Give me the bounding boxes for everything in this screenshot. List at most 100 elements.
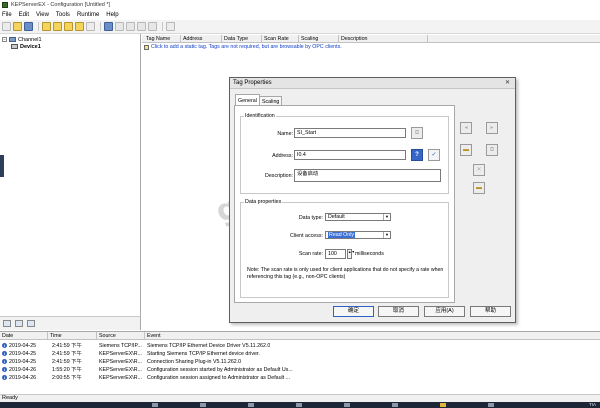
taskbar-app-icon[interactable] (296, 403, 302, 407)
log-column-time[interactable]: Time (48, 332, 97, 340)
delete-tag-icon[interactable]: ✕ (473, 164, 485, 176)
client-access-value: Read Only (328, 232, 356, 238)
info-icon: i (2, 343, 7, 348)
cut-icon[interactable] (115, 22, 124, 31)
info-icon: i (2, 375, 7, 380)
new-tag-icon[interactable] (75, 22, 84, 31)
taskbar: TIA (0, 402, 600, 408)
new-device-icon[interactable] (53, 22, 62, 31)
column-header-tag-name[interactable]: Tag Name (144, 35, 181, 43)
address-help-icon[interactable]: ? (411, 149, 423, 161)
taskbar-app-icon[interactable] (200, 403, 206, 407)
event-log-header: Date Time Source Event (0, 332, 600, 340)
client-access-select[interactable]: Read Only ▼ (325, 231, 391, 239)
close-icon[interactable]: ✕ (503, 79, 512, 87)
menu-tools[interactable]: Tools (56, 12, 70, 18)
chevron-down-icon[interactable]: ▼ (383, 214, 390, 220)
channel-icon (9, 37, 16, 42)
properties-icon[interactable] (166, 22, 175, 31)
status-bar: Ready (0, 394, 600, 402)
system-tray-label[interactable]: TIA (589, 402, 596, 408)
log-date: 2019-04-25 (9, 359, 37, 365)
taskbar-app-icon[interactable] (344, 403, 350, 407)
log-row[interactable]: i 2019-04-26 1:55:20 下午 KEPServerEX\R...… (0, 366, 600, 374)
tree-node-device[interactable]: Device1 (11, 43, 41, 50)
taskbar-app-icon[interactable] (488, 403, 494, 407)
tree-channel-label: Channel1 (18, 36, 42, 43)
log-date: 2019-04-25 (9, 351, 37, 357)
column-header-address[interactable]: Address (181, 35, 222, 43)
copy-icon[interactable] (126, 22, 135, 31)
project-view-icon[interactable] (3, 320, 11, 327)
tree-node-channel[interactable]: − Channel1 (2, 36, 42, 43)
new-tag-group-icon[interactable] (64, 22, 73, 31)
new-tag-folder-icon[interactable]: ▬ (460, 144, 472, 156)
open-project-icon[interactable] (13, 22, 22, 31)
scan-rate-note: Note: The scan rate is only used for cli… (247, 267, 444, 280)
log-time: 2:41:59 下午 (52, 351, 82, 357)
new-project-icon[interactable] (2, 22, 11, 31)
log-column-event[interactable]: Event (145, 332, 600, 340)
left-pane-tabs (0, 316, 141, 330)
menu-help[interactable]: Help (106, 12, 118, 18)
previous-tag-icon[interactable]: ◂ (460, 122, 472, 134)
description-field[interactable]: 设备启动 (294, 169, 441, 182)
scan-rate-spinner[interactable]: ▲▼ (347, 249, 355, 259)
project-tree: − Channel1 Device1 (0, 34, 141, 316)
taskbar-app-icon[interactable] (152, 403, 158, 407)
menu-runtime[interactable]: Runtime (77, 12, 99, 18)
menu-view[interactable]: View (36, 12, 49, 18)
bulk-tag-icon[interactable] (86, 22, 95, 31)
taskbar-app-icon[interactable] (440, 403, 446, 407)
alias-view-icon[interactable] (27, 320, 35, 327)
next-tag-icon[interactable]: ▸ (486, 122, 498, 134)
data-type-select[interactable]: Default ▼ (325, 213, 391, 221)
log-row[interactable]: i 2019-04-26 2:00:55 下午 KEPServerEX\R...… (0, 374, 600, 382)
column-header-description[interactable]: Description (339, 35, 428, 43)
column-header-scan-rate[interactable]: Scan Rate (262, 35, 299, 43)
taskbar-app-icon[interactable] (392, 403, 398, 407)
help-button[interactable]: 帮助 (470, 306, 511, 317)
import-tag-icon[interactable]: ▬ (473, 182, 485, 194)
column-header-scaling[interactable]: Scaling (299, 35, 339, 43)
collapse-icon[interactable]: − (2, 37, 7, 42)
validate-address-icon[interactable]: ✓ (428, 149, 440, 161)
cancel-button[interactable]: 取消 (378, 306, 419, 317)
tag-grid-header: Tag Name Address Data Type Scan Rate Sca… (142, 35, 600, 43)
name-label: Name: (277, 131, 293, 137)
log-row[interactable]: i 2019-04-25 2:41:59 下午 KEPServerEX\R...… (0, 358, 600, 366)
name-field[interactable]: SI_Start (294, 128, 406, 138)
menu-file[interactable]: File (2, 12, 12, 18)
log-row[interactable]: i 2019-04-25 2:41:59 下午 KEPServerEX\R...… (0, 350, 600, 358)
log-column-date[interactable]: Date (0, 332, 48, 340)
copy-tag-icon[interactable]: ⧉ (486, 144, 498, 156)
event-log: Date Time Source Event i 2019-04-25 2:41… (0, 331, 600, 394)
menu-edit[interactable]: Edit (19, 12, 29, 18)
undo-icon[interactable] (104, 22, 113, 31)
delete-icon[interactable] (148, 22, 157, 31)
dialog-title: Tag Properties (230, 78, 515, 89)
link-view-icon[interactable] (15, 320, 23, 327)
name-action-icon[interactable]: ⧉ (411, 127, 423, 139)
taskbar-app-icon[interactable] (248, 403, 254, 407)
kepserver-app-icon (2, 2, 8, 8)
log-event: Siemens TCP/IP Ethernet Device Driver V5… (147, 343, 271, 349)
add-static-tag-hint[interactable]: Click to add a static tag. Tags are not … (144, 44, 342, 50)
log-event: Starting Siemens TCP/IP Ethernet device … (147, 351, 260, 357)
scan-rate-field[interactable]: 100 (325, 249, 346, 259)
save-project-icon[interactable] (24, 22, 33, 31)
window-title: KEPServerEX - Configuration [Untitled *] (11, 2, 111, 8)
log-source: KEPServerEX\R... (99, 375, 142, 381)
new-channel-icon[interactable] (42, 22, 51, 31)
ok-button[interactable]: 确定 (333, 306, 374, 317)
apply-button[interactable]: 应用(A) (424, 306, 465, 317)
info-icon: i (2, 367, 7, 372)
address-field[interactable]: I0.4 (294, 150, 406, 160)
paste-icon[interactable] (137, 22, 146, 31)
log-event: Configuration session started by Adminis… (147, 367, 293, 373)
client-access-label: Client access: (290, 233, 323, 239)
column-header-data-type[interactable]: Data Type (222, 35, 262, 43)
log-column-source[interactable]: Source (97, 332, 145, 340)
log-row[interactable]: i 2019-04-25 2:41:59 下午 Siemens TCP/IP..… (0, 342, 600, 350)
chevron-down-icon[interactable]: ▼ (383, 232, 390, 238)
